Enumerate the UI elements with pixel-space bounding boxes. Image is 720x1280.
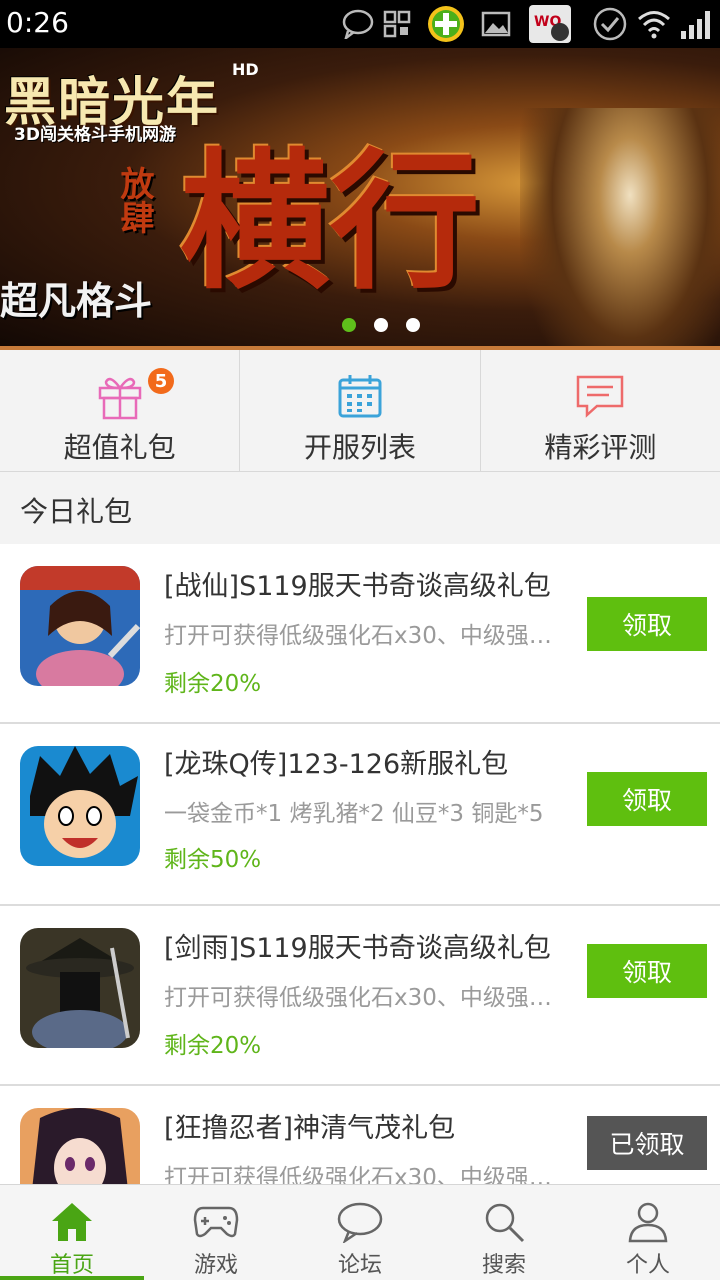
home-icon <box>50 1199 94 1245</box>
banner-tagline: 超凡格斗 <box>0 279 153 323</box>
nav-label: 首页 <box>49 1253 94 1278</box>
status-bar: 0:26 WO <box>0 0 720 48</box>
gift-count-badge: 5 <box>148 368 174 394</box>
gift-remaining: 剩余20% <box>164 1033 262 1059</box>
ninja-game-thumbnail <box>20 1108 140 1184</box>
nav-label: 论坛 <box>337 1253 382 1278</box>
claimed-gift-button[interactable]: 已领取 <box>587 1116 707 1170</box>
quick-nav-label: 开服列表 <box>303 431 416 464</box>
gift-title: [龙珠Q传]123-126新服礼包 <box>164 749 509 780</box>
360-plus-icon <box>426 6 466 42</box>
wifi-icon <box>636 6 672 42</box>
gift-description: 一袋金币*1 烤乳猪*2 仙豆*3 铜匙*5 <box>164 801 544 827</box>
search-icon <box>483 1199 525 1245</box>
nav-search[interactable]: 搜索 <box>432 1185 576 1280</box>
nav-profile[interactable]: 个人 <box>576 1185 720 1280</box>
quick-nav-gifts[interactable]: 5 超值礼包 <box>0 350 241 471</box>
forum-bubble-icon <box>337 1199 383 1245</box>
gift-list: [战仙]S119服天书奇谈高级礼包 打开可获得低级强化石x30、中级强化石x10… <box>0 544 720 1184</box>
nav-home[interactable]: 首页 <box>0 1185 144 1280</box>
gamepad-icon <box>193 1199 239 1245</box>
nav-forum[interactable]: 论坛 <box>288 1185 432 1280</box>
gift-row[interactable]: [战仙]S119服天书奇谈高级礼包 打开可获得低级强化石x30、中级强化石x10… <box>0 544 720 724</box>
gift-description: 打开可获得低级强化石x30、中级强化石x10 <box>164 985 574 1011</box>
longzhu-game-thumbnail <box>20 746 140 866</box>
message-icon <box>575 372 625 420</box>
image-icon <box>480 6 512 42</box>
quick-nav-reviews[interactable]: 精彩评测 <box>481 350 720 471</box>
section-title: 今日礼包 <box>20 495 133 528</box>
wo-store-icon: WO <box>528 5 572 43</box>
nav-games[interactable]: 游戏 <box>144 1185 288 1280</box>
active-tab-indicator <box>0 1276 144 1280</box>
gift-remaining: 剩余50% <box>164 847 262 873</box>
claim-gift-button[interactable]: 领取 <box>587 597 707 651</box>
quick-nav-server-list[interactable]: 开服列表 <box>240 350 481 471</box>
gift-icon <box>96 372 144 420</box>
banner-dot[interactable] <box>374 318 388 332</box>
banner-pager <box>342 318 420 332</box>
promo-banner[interactable]: 黑暗光年 HD 3D闯关格斗手机网游 放肆 横行 超凡格斗 <box>0 48 720 348</box>
banner-hd-label: HD <box>232 60 259 79</box>
banner-warrior-artwork <box>520 108 720 348</box>
banner-dot[interactable] <box>406 318 420 332</box>
bottom-nav: 首页 游戏 论坛 搜索 个人 <box>0 1184 720 1280</box>
person-icon <box>627 1199 669 1245</box>
zhanxian-game-thumbnail <box>20 566 140 686</box>
gift-title: [狂撸忍者]神清气茂礼包 <box>164 1113 456 1144</box>
calendar-icon <box>336 372 384 420</box>
status-time: 0:26 <box>6 6 69 39</box>
quick-nav-label: 精彩评测 <box>544 431 657 464</box>
gift-description: 打开可获得低级强化石x30、中级强化石x10 <box>164 623 574 649</box>
banner-dot-active[interactable] <box>342 318 356 332</box>
check-circle-icon <box>592 6 628 42</box>
claim-gift-button[interactable]: 领取 <box>587 944 707 998</box>
nav-label: 游戏 <box>193 1253 238 1278</box>
banner-side-text: 放肆 <box>114 166 154 234</box>
section-header: 今日礼包 <box>0 472 720 544</box>
claim-gift-button[interactable]: 领取 <box>587 772 707 826</box>
quick-nav-label: 超值礼包 <box>63 431 176 464</box>
qr-code-icon <box>382 6 412 42</box>
gift-row[interactable]: [龙珠Q传]123-126新服礼包 一袋金币*1 烤乳猪*2 仙豆*3 铜匙*5… <box>0 724 720 906</box>
banner-headline: 横行 <box>180 136 481 310</box>
nav-label: 搜索 <box>481 1253 526 1278</box>
chat-bubble-icon <box>342 6 374 42</box>
gift-title: [剑雨]S119服天书奇谈高级礼包 <box>164 933 551 964</box>
banner-subtitle: 3D闯关格斗手机网游 <box>14 125 176 145</box>
gift-row[interactable]: [狂撸忍者]神清气茂礼包 打开可获得低级强化石x30、中级强化石x10 已领取 <box>0 1086 720 1184</box>
jianyu-game-thumbnail <box>20 928 140 1048</box>
signal-icon <box>678 6 716 42</box>
gift-description: 打开可获得低级强化石x30、中级强化石x10 <box>164 1165 574 1184</box>
gift-remaining: 剩余20% <box>164 671 262 697</box>
gift-row[interactable]: [剑雨]S119服天书奇谈高级礼包 打开可获得低级强化石x30、中级强化石x10… <box>0 906 720 1086</box>
gift-title: [战仙]S119服天书奇谈高级礼包 <box>164 571 551 602</box>
quick-nav: 5 超值礼包 开服列表 精彩评测 <box>0 350 720 472</box>
nav-label: 个人 <box>625 1253 670 1278</box>
